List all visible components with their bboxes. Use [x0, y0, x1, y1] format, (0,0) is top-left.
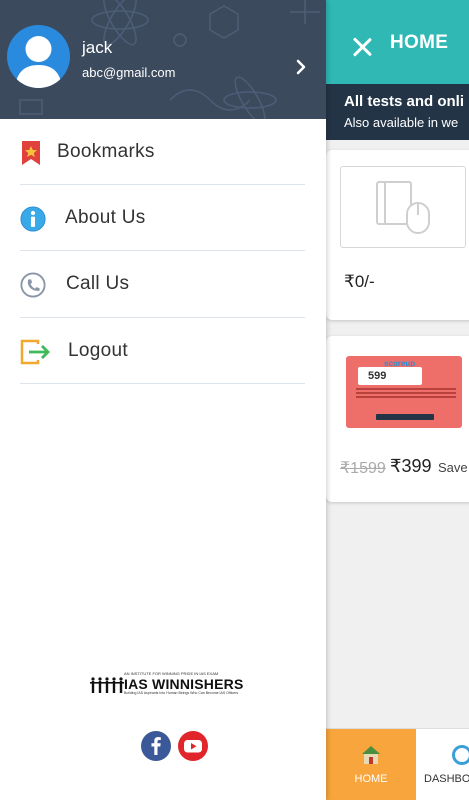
menu-label-logout: Logout	[68, 340, 128, 361]
logout-icon	[20, 339, 50, 365]
brand-logo: AN INSTITUTE FOR WINNING PRIDE IN IAS EX…	[90, 671, 250, 695]
menu-item-logout[interactable]: Logout	[20, 318, 305, 384]
book-mouse-icon	[340, 166, 466, 248]
banner-price: 599	[358, 367, 422, 385]
navigation-drawer: jack abc@gmail.com Bookmarks About Us Ca…	[0, 0, 326, 800]
info-icon	[20, 206, 46, 232]
user-email: abc@gmail.com	[82, 65, 176, 80]
menu-item-call-us[interactable]: Call Us	[20, 251, 305, 318]
banner-text-lines	[356, 388, 456, 390]
new-price: ₹399	[390, 456, 432, 476]
nav-dashboard[interactable]: DASHBO	[416, 729, 469, 800]
user-name: jack	[82, 38, 113, 57]
notice-line-1: All tests and onli	[344, 93, 465, 110]
dashboard-icon	[452, 745, 469, 765]
facebook-glyph	[151, 737, 161, 755]
course-card[interactable]: scoreup 599 ₹1599 ₹399 Save	[326, 336, 469, 502]
chevron-right-icon[interactable]	[294, 58, 308, 76]
youtube-glyph	[184, 740, 202, 753]
house-icon	[362, 746, 380, 764]
user-silhouette-icon	[15, 36, 62, 88]
brand-name: IAS WINNISHERS	[124, 676, 244, 692]
menu-label-bookmarks: Bookmarks	[57, 141, 155, 162]
banner-subscribe-button	[376, 414, 434, 420]
phone-icon	[20, 272, 46, 298]
brand-subline: Building IAS Aspirants Into Human Beings…	[124, 691, 239, 695]
notice-line-2: Also available in we	[344, 115, 459, 130]
menu-label-call-us: Call Us	[66, 273, 130, 294]
course-price: ₹0/-	[344, 272, 375, 291]
course-card[interactable]: ₹0/-	[326, 150, 469, 320]
nav-home-label: HOME	[354, 773, 388, 785]
course-banner: scoreup 599	[346, 356, 462, 428]
people-logo-icon	[90, 677, 124, 693]
menu-item-bookmarks[interactable]: Bookmarks	[20, 119, 305, 185]
nav-home[interactable]: HOME	[326, 729, 416, 800]
avatar[interactable]	[7, 25, 70, 88]
menu-label-about-us: About Us	[65, 207, 146, 228]
old-price: ₹1599	[340, 460, 386, 477]
page-title: HOME	[390, 32, 449, 53]
facebook-icon[interactable]	[141, 731, 171, 761]
close-icon[interactable]	[349, 34, 375, 60]
bookmark-icon	[22, 141, 40, 165]
menu-item-about-us[interactable]: About Us	[20, 185, 305, 251]
drawer-header[interactable]: jack abc@gmail.com	[0, 0, 326, 119]
youtube-icon[interactable]	[178, 731, 208, 761]
nav-dashboard-label: DASHBO	[424, 773, 469, 785]
save-label: Save	[438, 460, 468, 475]
